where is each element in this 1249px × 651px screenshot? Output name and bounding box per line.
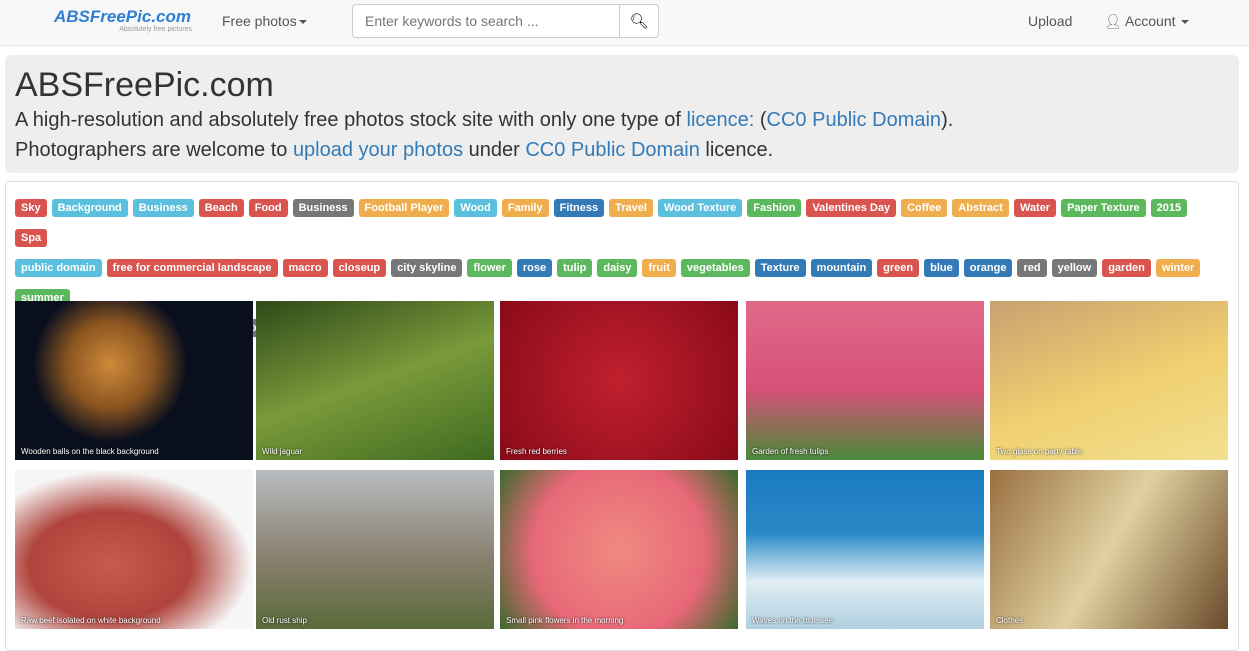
jumbotron: ABSFreePic.com A high-resolution and abs…: [5, 55, 1239, 173]
tag-tulip[interactable]: tulip: [557, 259, 593, 277]
tag-mountain[interactable]: mountain: [810, 259, 873, 277]
tag-spa[interactable]: Spa: [15, 229, 48, 247]
tag-family[interactable]: Family: [501, 199, 549, 217]
text: Photographers are welcome to: [15, 139, 293, 161]
tag-public-domain[interactable]: public domain: [15, 259, 102, 277]
text: A high-resolution and absolutely free ph…: [15, 109, 687, 131]
tag-flower[interactable]: flower: [467, 259, 512, 277]
tag-water[interactable]: Water: [1013, 199, 1057, 217]
photo-caption: Clothes: [996, 616, 1024, 625]
tag-valentines-day[interactable]: Valentines Day: [806, 199, 897, 217]
tag-fashion[interactable]: Fashion: [747, 199, 802, 217]
tag-yellow[interactable]: yellow: [1051, 259, 1098, 277]
navbar: ABSFreePic.com Absolutely free pictures …: [0, 0, 1249, 46]
tag-football-player[interactable]: Football Player: [358, 199, 450, 217]
cc0-link[interactable]: CC0 Public Domain: [767, 109, 942, 131]
intro-line-1: A high-resolution and absolutely free ph…: [15, 105, 1229, 135]
tag-coffee[interactable]: Coffee: [901, 199, 948, 217]
tag-wood-texture[interactable]: Wood Texture: [657, 199, 743, 217]
tag-business[interactable]: Business: [132, 199, 194, 217]
tag-daisy[interactable]: daisy: [597, 259, 638, 277]
licence-link[interactable]: licence:: [687, 109, 755, 131]
intro-line-2: Photographers are welcome to upload your…: [15, 135, 1229, 165]
search-input[interactable]: [353, 5, 619, 37]
free-photos-label: Free photos: [222, 13, 297, 29]
tag-blue[interactable]: blue: [924, 259, 959, 277]
tag-business[interactable]: Business: [292, 199, 354, 217]
text: ).: [941, 109, 954, 131]
tag-abstract[interactable]: Abstract: [952, 199, 1009, 217]
tag-fitness[interactable]: Fitness: [553, 199, 605, 217]
tag-closeup[interactable]: closeup: [332, 259, 387, 277]
photo-caption: Fresh red berries: [506, 447, 567, 456]
tag-travel[interactable]: Travel: [609, 199, 653, 217]
photo-caption: Old rust ship: [262, 616, 307, 625]
tag-food[interactable]: Food: [248, 199, 288, 217]
tag-texture[interactable]: Texture: [754, 259, 806, 277]
tag-2015[interactable]: 2015: [1150, 199, 1188, 217]
photo-caption: Wild jaguar: [262, 447, 303, 456]
upload-link[interactable]: Upload: [1028, 13, 1072, 29]
tag-fruit[interactable]: fruit: [642, 259, 676, 277]
content-panel: Sky Background Business Beach Food Business Fo…: [5, 181, 1239, 651]
photo-caption: Two glass on party table: [996, 447, 1083, 456]
tag-garden[interactable]: garden: [1102, 259, 1151, 277]
page-title: ABSFreePic.com: [15, 66, 274, 104]
tag-red[interactable]: red: [1017, 259, 1047, 277]
tag-orange[interactable]: orange: [963, 259, 1013, 277]
tag-macro[interactable]: macro: [282, 259, 328, 277]
photo-thumbnail[interactable]: Two glass on party table: [990, 301, 1228, 460]
free-photos-dropdown[interactable]: Free photos: [222, 13, 307, 29]
text: under: [463, 139, 526, 161]
photo-caption: Waves on the blue sea: [752, 616, 834, 625]
photo-thumbnail[interactable]: Raw beef isolated on white background: [15, 470, 253, 629]
tag-paper-texture[interactable]: Paper Texture: [1061, 199, 1146, 217]
tag-wood[interactable]: Wood: [454, 199, 497, 217]
photo-thumbnail[interactable]: Wooden balls on the black background: [15, 301, 253, 460]
tag-rose[interactable]: rose: [516, 259, 553, 277]
photo-thumbnail[interactable]: Small pink flowers in the morning: [500, 470, 738, 629]
text: (: [754, 109, 767, 131]
logo[interactable]: ABSFreePic.com Absolutely free pictures: [54, 7, 194, 33]
tag-winter[interactable]: winter: [1155, 259, 1201, 277]
upload-photos-link[interactable]: upload your photos: [293, 139, 463, 161]
account-dropdown[interactable]: 👤︎ Account: [1104, 13, 1190, 30]
tag-free-for-commercial-landscape[interactable]: free for commercial landscape: [106, 259, 278, 277]
user-icon: 👤︎: [1104, 13, 1122, 29]
logo-tagline: Absolutely free pictures: [119, 26, 192, 33]
search-form: 🔍︎: [352, 4, 659, 38]
photo-caption: Small pink flowers in the morning: [506, 616, 624, 625]
tag-vegetables[interactable]: vegetables: [680, 259, 750, 277]
logo-text: ABSFreePic.com: [54, 7, 191, 26]
text: licence.: [699, 139, 774, 161]
photo-thumbnail[interactable]: Clothes: [990, 470, 1228, 629]
photo-thumbnail[interactable]: Waves on the blue sea: [746, 470, 984, 629]
photo-caption: Raw beef isolated on white background: [21, 616, 161, 625]
photo-thumbnail[interactable]: Fresh red berries: [500, 301, 738, 460]
photo-caption: Wooden balls on the black background: [21, 447, 159, 456]
search-button[interactable]: 🔍︎: [619, 5, 658, 37]
account-label: Account: [1124, 13, 1176, 29]
tag-city-skyline[interactable]: city skyline: [391, 259, 463, 277]
photo-thumbnail[interactable]: Garden of fresh tulips: [746, 301, 984, 460]
tag-background[interactable]: Background: [51, 199, 128, 217]
photo-thumbnail[interactable]: Wild jaguar: [256, 301, 494, 460]
photo-caption: Garden of fresh tulips: [752, 447, 829, 456]
tag-sky[interactable]: Sky: [15, 199, 47, 217]
caret-down-icon: [298, 20, 307, 25]
tag-green[interactable]: green: [877, 259, 920, 277]
search-icon: 🔍︎: [629, 13, 649, 30]
cc0-link[interactable]: CC0 Public Domain: [525, 139, 700, 161]
tag-beach[interactable]: Beach: [198, 199, 244, 217]
photo-thumbnail[interactable]: Old rust ship: [256, 470, 494, 629]
caret-down-icon: [1181, 20, 1190, 25]
